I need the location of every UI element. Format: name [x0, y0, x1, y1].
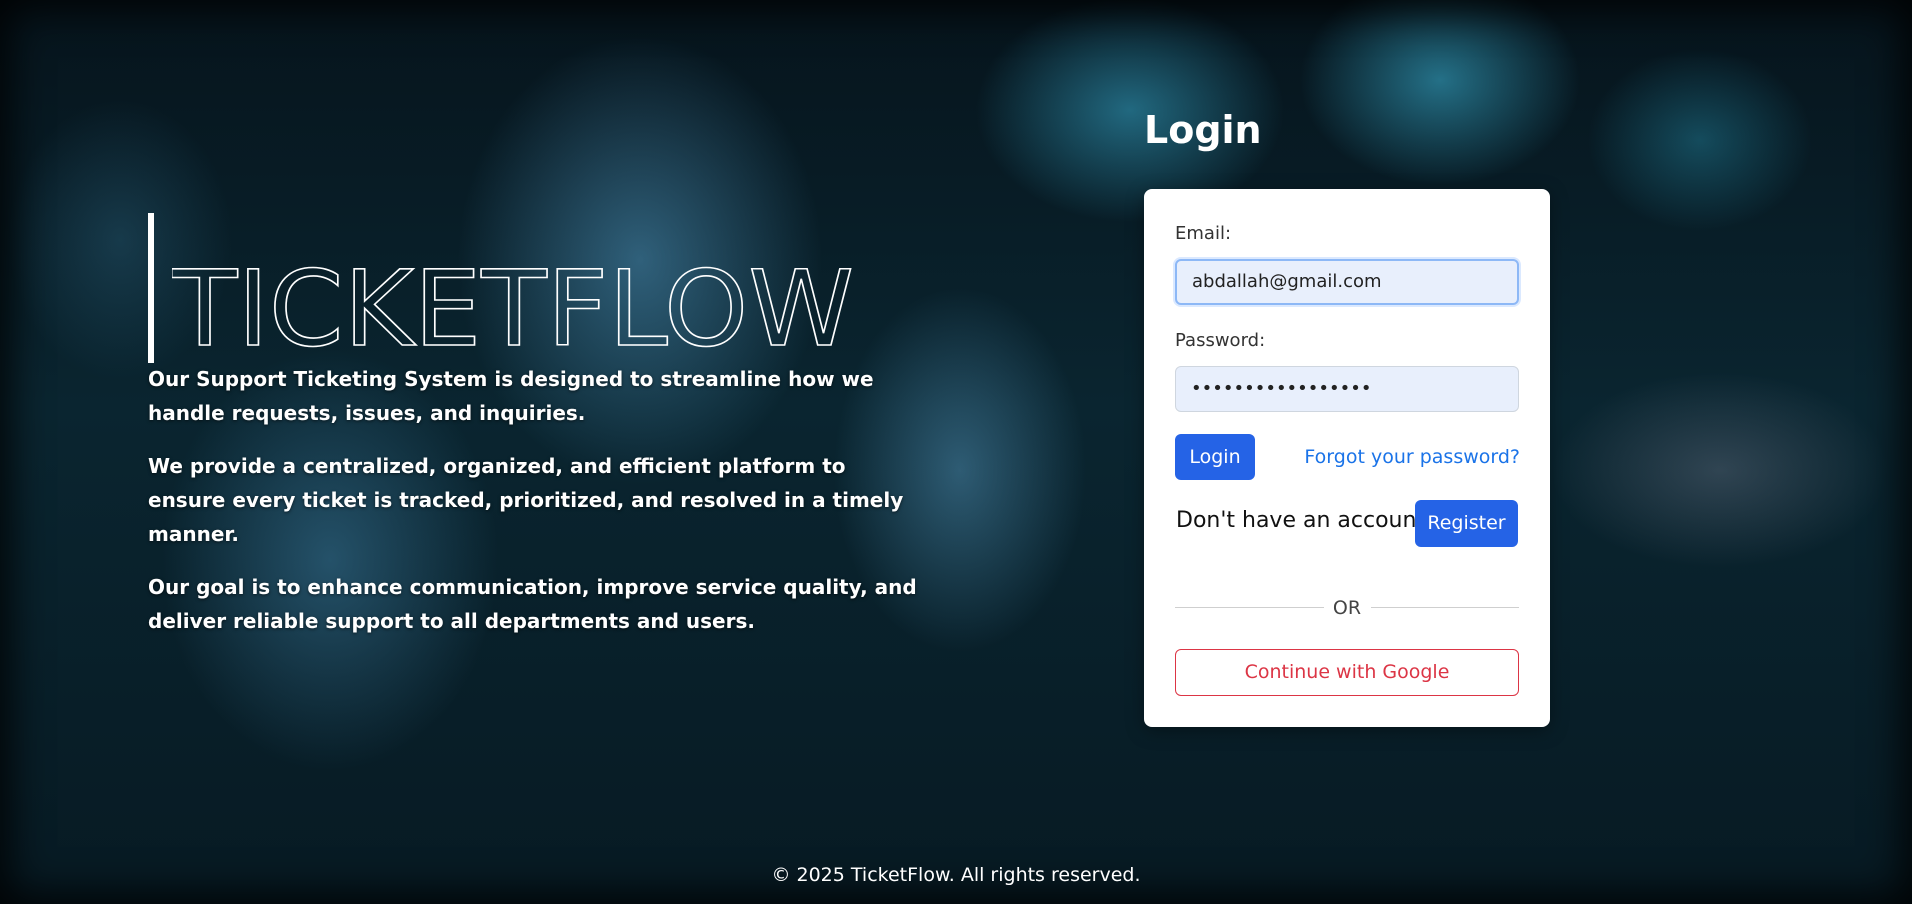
continue-with-google-button[interactable]: Continue with Google [1175, 649, 1519, 696]
password-label: Password: [1175, 330, 1266, 351]
brand-logo-text: TICKETFLOW [172, 248, 854, 353]
divider-or-text: OR [1332, 597, 1362, 619]
hero-description: Our Support Ticketing System is designed… [148, 362, 918, 657]
login-button[interactable]: Login [1175, 434, 1255, 480]
hero-paragraph: Our Support Ticketing System is designed… [148, 367, 874, 425]
email-field[interactable]: abdallah@gmail.com [1175, 259, 1519, 305]
forgot-password-link[interactable]: Forgot your password? [1304, 446, 1520, 468]
email-label: Email: [1175, 223, 1232, 244]
brand-logo: TICKETFLOW [172, 247, 855, 353]
login-title: Login [1144, 108, 1262, 152]
password-field[interactable]: ••••••••••••••••• [1175, 366, 1519, 412]
hero-paragraph: We provide a centralized, organized, and… [148, 454, 904, 546]
hero-paragraph: Our goal is to enhance communication, im… [148, 575, 917, 633]
no-account-text: Don't have an account? [1176, 508, 1437, 533]
login-card: Email: abdallah@gmail.com Password: ••••… [1144, 189, 1550, 727]
register-button[interactable]: Register [1415, 500, 1518, 547]
logo-accent-bar [148, 213, 154, 363]
footer-copyright: © 2025 TicketFlow. All rights reserved. [771, 864, 1141, 886]
